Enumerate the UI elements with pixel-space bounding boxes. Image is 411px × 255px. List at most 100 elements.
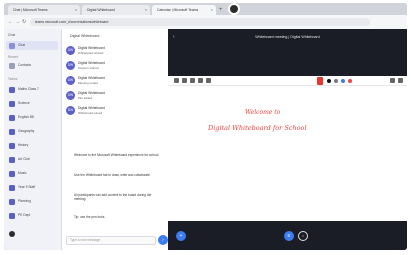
- message-sender: Digital Whiteboard: [78, 61, 105, 65]
- sidebar-item-team[interactable]: Art Club: [6, 155, 58, 164]
- message-sender: Digital Whiteboard: [78, 46, 105, 50]
- message-preview: Tab added: [78, 96, 93, 100]
- eraser-icon[interactable]: [198, 78, 203, 83]
- message-input[interactable]: Type a new message: [66, 236, 156, 245]
- address-bar-row: ← → ↻ teams.microsoft.com/_#/conversatio…: [4, 15, 407, 29]
- new-tab-button[interactable]: +: [219, 6, 223, 14]
- list-item[interactable]: DW Digital Whiteboard Whiteboard saved: [66, 105, 166, 118]
- color-swatch-icon[interactable]: [334, 79, 338, 83]
- avatar: DW: [66, 91, 75, 100]
- sidebar-item-team[interactable]: History: [6, 141, 58, 150]
- sidebar-item-team[interactable]: Science: [6, 99, 58, 108]
- browser-tab[interactable]: Digital Whiteboard ×: [82, 5, 150, 15]
- sidebar-item-team[interactable]: English 8B: [6, 113, 58, 122]
- sidebar-heading: Chat: [8, 33, 16, 37]
- sidebar-item-label: Chat: [18, 43, 25, 47]
- menu-icon[interactable]: ≡: [284, 231, 294, 241]
- browser-tab-label: Digital Whiteboard: [87, 8, 115, 12]
- sidebar: Chat Chat Recent Contacts Teams Maths Cl…: [4, 29, 62, 250]
- browser-tab-label: Calendar | Microsoft Teams: [157, 8, 199, 12]
- close-tab-icon[interactable]: ×: [145, 5, 147, 15]
- message-sender: Digital Whiteboard: [78, 106, 105, 110]
- list-item[interactable]: DW Digital Whiteboard Session started: [66, 60, 166, 73]
- list-item[interactable]: DW Digital Whiteboard Meeting ended: [66, 75, 166, 88]
- team-icon: [9, 100, 15, 107]
- meeting-controls: + ≡ ○: [168, 221, 407, 250]
- browser-tab[interactable]: Chat | Microsoft Teams ×: [8, 5, 80, 15]
- reload-icon[interactable]: ↻: [22, 18, 26, 26]
- chat-pane: Digital Whiteboard DW Digital Whiteboard…: [62, 29, 168, 250]
- chat-message-text: Tip: use the pen tools.: [74, 215, 106, 219]
- message-sender: Digital Whiteboard: [78, 91, 105, 95]
- avatar: DW: [66, 76, 75, 85]
- whiteboard-handwriting: Digital Whiteboard for School: [208, 124, 307, 132]
- settings-icon[interactable]: [398, 78, 403, 83]
- sidebar-item-contacts[interactable]: Contacts: [6, 61, 58, 70]
- avatar: DW: [66, 61, 75, 70]
- sidebar-item-team[interactable]: PE Dept: [6, 211, 58, 220]
- close-tab-icon[interactable]: ×: [211, 5, 213, 15]
- sidebar-section-teams: Teams: [8, 77, 18, 81]
- message-sender: Digital Whiteboard: [78, 76, 105, 80]
- back-nav-icon[interactable]: ←: [8, 18, 13, 26]
- team-icon: [9, 184, 15, 191]
- color-swatch-icon[interactable]: [341, 79, 345, 83]
- sidebar-item-team[interactable]: Maths Class 7: [6, 85, 58, 94]
- sidebar-item-team[interactable]: Year 9 Staff: [6, 183, 58, 192]
- redo-icon[interactable]: [182, 78, 187, 83]
- message-preview: Whiteboard saved: [78, 111, 103, 115]
- app-window: Chat | Microsoft Teams × Digital Whitebo…: [4, 3, 407, 250]
- team-icon: [9, 86, 15, 93]
- sidebar-item-team[interactable]: Music: [6, 169, 58, 178]
- leave-icon[interactable]: ○: [298, 231, 308, 241]
- pen-icon[interactable]: [190, 78, 195, 83]
- sidebar-item-label: Music: [18, 171, 27, 175]
- color-swatch-icon[interactable]: [348, 79, 352, 83]
- whiteboard-canvas[interactable]: Welcome to Digital Whiteboard for School: [168, 86, 407, 221]
- browser-tab-label: Chat | Microsoft Teams: [13, 8, 48, 12]
- sidebar-item-chat[interactable]: Chat: [6, 41, 58, 50]
- close-tab-icon[interactable]: ×: [75, 5, 77, 15]
- tab-strip: Chat | Microsoft Teams × Digital Whitebo…: [4, 3, 407, 15]
- sidebar-item-team[interactable]: Planning: [6, 197, 58, 206]
- url-field[interactable]: teams.microsoft.com/_#/conversations/whi…: [30, 18, 370, 26]
- message-preview: Session started: [78, 66, 99, 70]
- chat-heading: Digital Whiteboard: [70, 34, 100, 38]
- sidebar-item-label: English 8B: [18, 115, 34, 119]
- forward-nav-icon[interactable]: →: [15, 18, 20, 26]
- color-swatch-icon[interactable]: [327, 79, 331, 83]
- message-preview: Whiteboard shared: [78, 51, 104, 55]
- chat-icon: [9, 42, 15, 49]
- undo-icon[interactable]: [174, 78, 179, 83]
- team-icon: [9, 114, 15, 121]
- profile-avatar[interactable]: [228, 3, 240, 15]
- sidebar-item-label: Year 9 Staff: [18, 185, 36, 189]
- sidebar-item-label: Science: [18, 101, 30, 105]
- team-icon: [9, 142, 15, 149]
- browser-chrome: Chat | Microsoft Teams × Digital Whitebo…: [4, 3, 407, 29]
- text-tool-icon[interactable]: [206, 78, 211, 83]
- chat-message-text: Welcome to the Microsoft Whiteboard expe…: [74, 153, 160, 157]
- whiteboard-toolbar: [168, 76, 407, 86]
- settings-icon[interactable]: [9, 231, 15, 237]
- team-icon: [9, 128, 15, 135]
- browser-tab-active[interactable]: Calendar | Microsoft Teams ×: [152, 5, 216, 15]
- list-item[interactable]: DW Digital Whiteboard Whiteboard shared: [66, 45, 166, 58]
- avatar: DW: [66, 46, 75, 55]
- whiteboard-handwriting: Welcome to: [245, 109, 281, 116]
- add-button[interactable]: +: [176, 231, 186, 241]
- send-icon[interactable]: ›: [158, 235, 168, 245]
- list-item[interactable]: DW Digital Whiteboard Tab added: [66, 90, 166, 103]
- share-icon[interactable]: [390, 78, 395, 83]
- sidebar-item-label: Planning: [18, 199, 31, 203]
- sidebar-item-label: Geography: [18, 129, 35, 133]
- pen-icon[interactable]: [317, 77, 323, 85]
- meeting-title: Whiteboard meeting | Digital Whiteboard: [255, 35, 320, 39]
- team-icon: [9, 198, 15, 205]
- team-icon: [9, 212, 15, 219]
- sidebar-section-recent: Recent: [8, 55, 19, 59]
- chat-message-text: Use the Whiteboard tab to draw, write an…: [74, 173, 151, 177]
- sidebar-item-team[interactable]: Geography: [6, 127, 58, 136]
- avatar: DW: [66, 106, 75, 115]
- chat-message-text: All participants can add content to the …: [74, 193, 152, 202]
